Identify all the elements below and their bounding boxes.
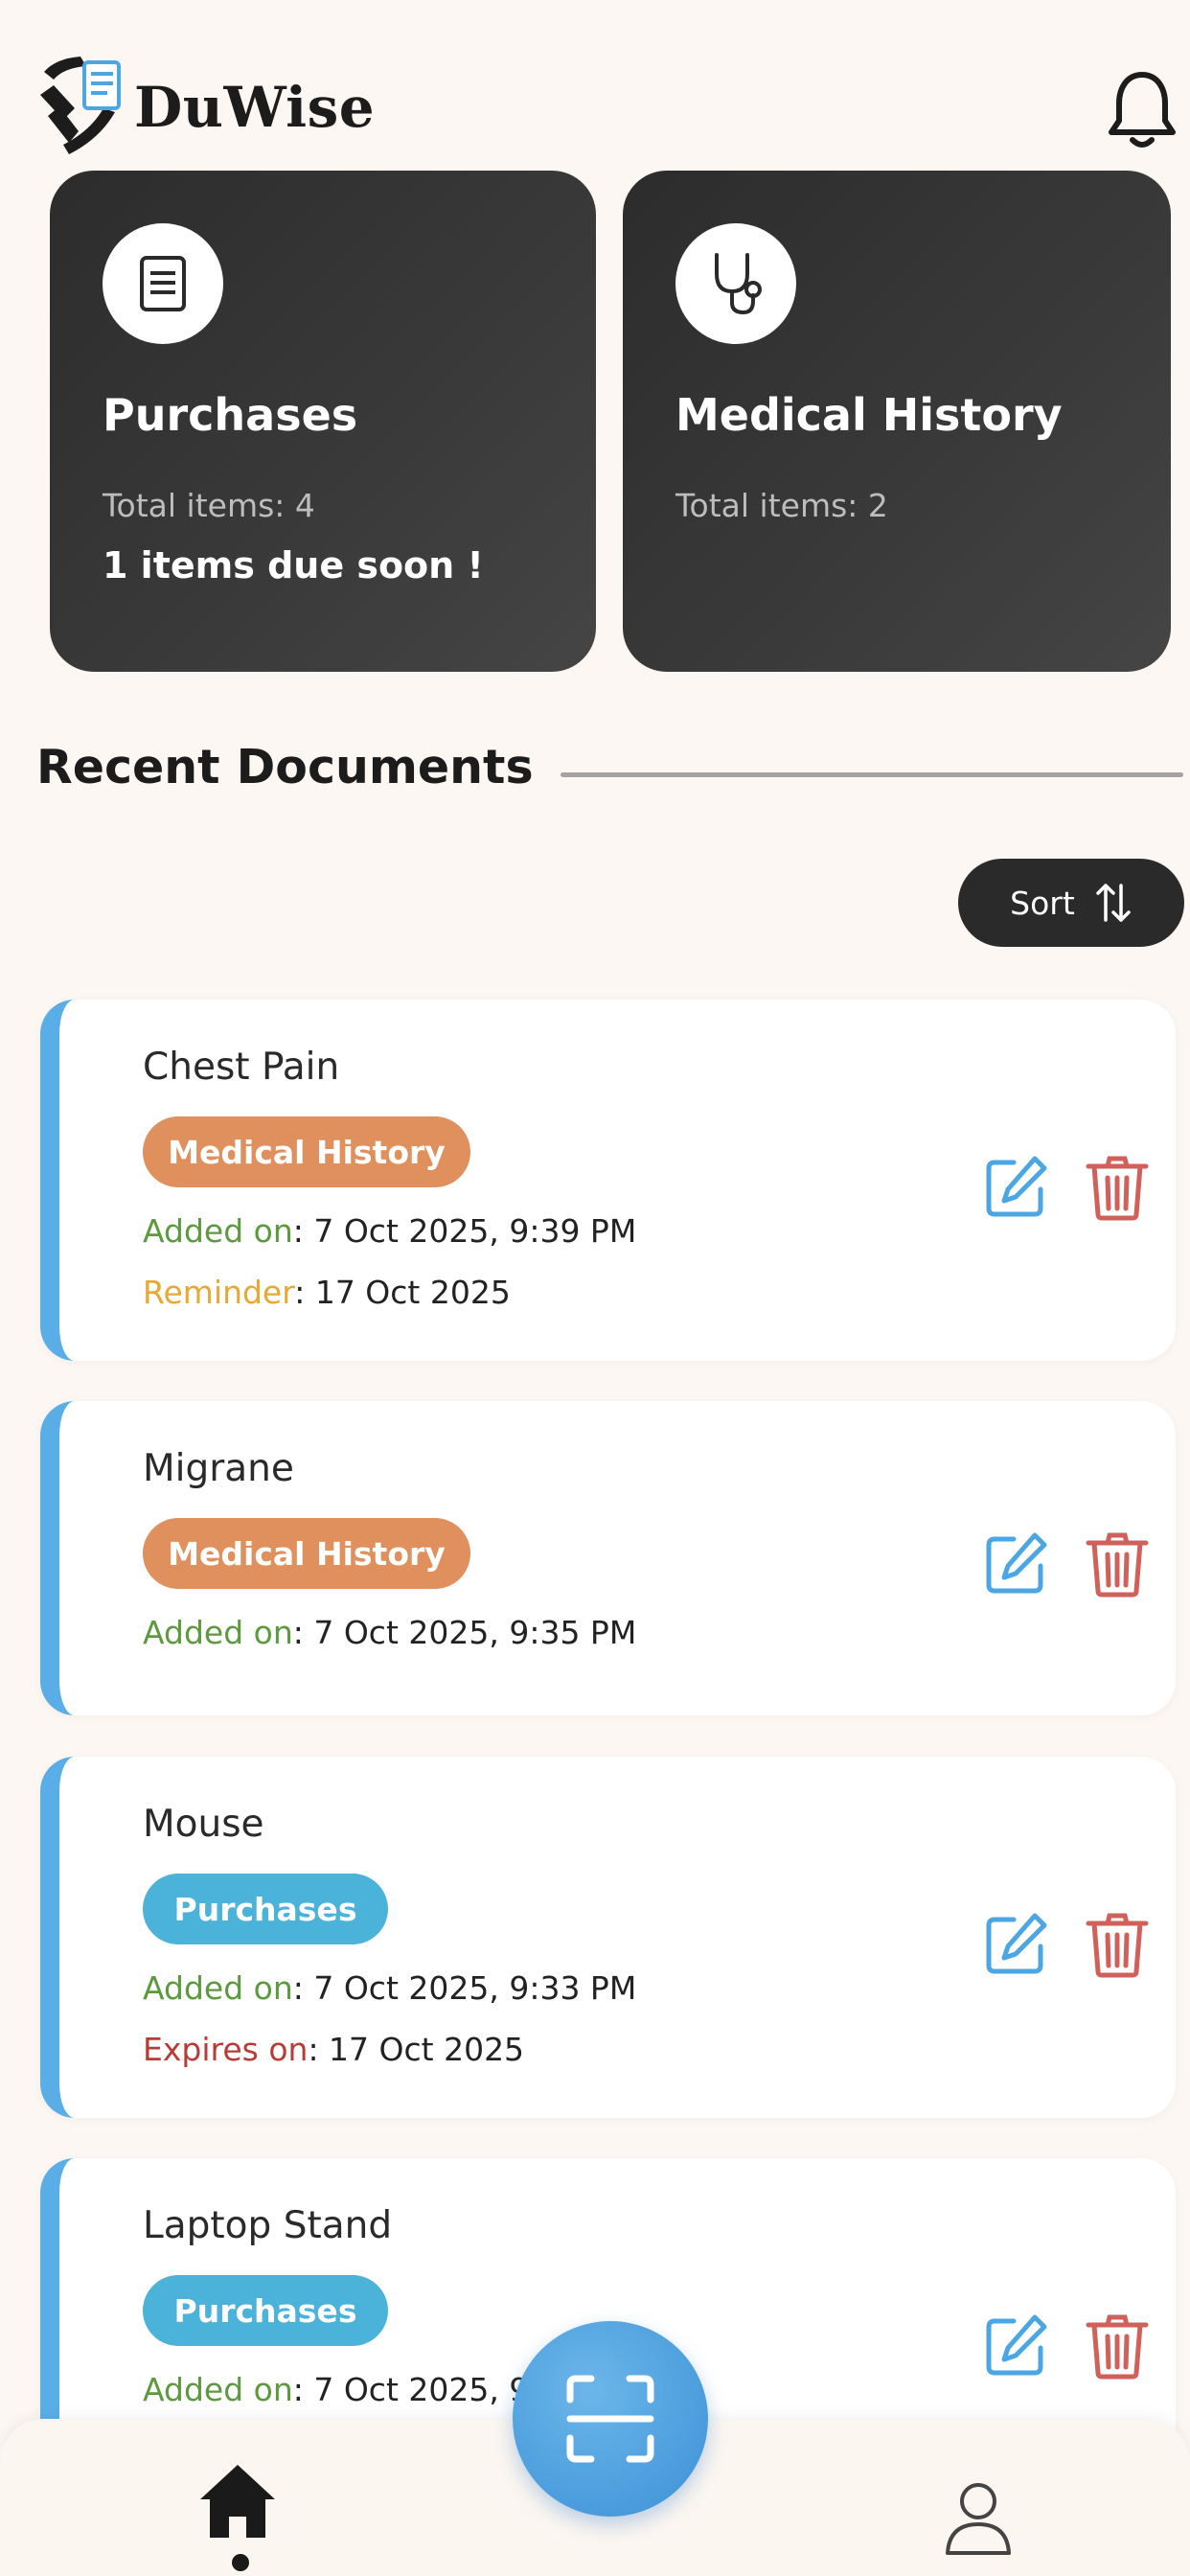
expires-on-value: : 17 Oct 2025 <box>308 2031 525 2068</box>
purchases-title: Purchases <box>103 389 358 441</box>
document-card[interactable]: Mouse Purchases Added on: 7 Oct 2025, 9:… <box>40 1757 1176 2118</box>
purchases-total: Total items: 4 <box>103 487 315 524</box>
document-title: Migrane <box>143 1447 294 1490</box>
added-on-line: Added on: 7 Oct 2025, 9:3 <box>143 2371 560 2408</box>
document-icon-circle <box>103 223 223 344</box>
added-on-label: Added on <box>143 1969 293 2007</box>
app-name: DuWise <box>134 75 376 140</box>
expires-on-label: Expires on <box>143 2031 309 2068</box>
category-badge: Purchases <box>143 1874 388 1944</box>
added-on-line: Added on: 7 Oct 2025, 9:35 PM <box>143 1614 636 1651</box>
added-on-line: Added on: 7 Oct 2025, 9:39 PM <box>143 1212 636 1250</box>
app-screen: DuWise Purchases Total items: 4 1 items … <box>0 0 1190 2576</box>
delete-icon[interactable] <box>1083 2312 1152 2380</box>
bell-icon[interactable] <box>1104 67 1180 151</box>
reminder-label: Reminder <box>143 1274 295 1311</box>
sort-label: Sort <box>1010 884 1075 922</box>
added-on-value: : 7 Oct 2025, 9:35 PM <box>292 1614 637 1651</box>
added-on-label: Added on <box>143 1212 293 1250</box>
active-tab-indicator <box>232 2554 249 2571</box>
added-on-value: : 7 Oct 2025, 9:33 PM <box>292 1969 637 2007</box>
document-title: Mouse <box>143 1803 264 1846</box>
document-icon <box>140 256 186 311</box>
medical-history-card[interactable]: Medical History Total items: 2 <box>623 171 1171 672</box>
recent-documents-title: Recent Documents <box>36 740 534 794</box>
category-badge: Purchases <box>143 2275 388 2346</box>
added-on-value: : 7 Oct 2025, 9:39 PM <box>292 1212 637 1250</box>
home-icon[interactable] <box>196 2461 279 2542</box>
expires-line: Expires on: 17 Oct 2025 <box>143 2031 524 2068</box>
section-divider <box>561 772 1183 777</box>
purchases-due: 1 items due soon ! <box>103 544 484 586</box>
added-on-label: Added on <box>143 1614 293 1651</box>
edit-icon[interactable] <box>981 1910 1050 1979</box>
header: DuWise <box>0 0 1190 168</box>
logo-icon <box>40 57 121 154</box>
document-card[interactable]: Chest Pain Medical History Added on: 7 O… <box>40 1000 1176 1361</box>
sort-arrows-icon <box>1096 884 1131 922</box>
added-on-label: Added on <box>143 2371 293 2408</box>
scan-button[interactable] <box>513 2321 708 2517</box>
delete-icon[interactable] <box>1083 1530 1152 1598</box>
stethoscope-icon-circle <box>675 223 796 344</box>
category-badge: Medical History <box>143 1116 470 1187</box>
reminder-line: Reminder: 17 Oct 2025 <box>143 1274 511 1311</box>
edit-icon[interactable] <box>981 2312 1050 2380</box>
document-card[interactable]: Migrane Medical History Added on: 7 Oct … <box>40 1401 1176 1715</box>
sort-button[interactable]: Sort <box>958 859 1184 947</box>
reminder-value: : 17 Oct 2025 <box>294 1274 511 1311</box>
edit-icon[interactable] <box>981 1530 1050 1598</box>
edit-icon[interactable] <box>981 1153 1050 1222</box>
purchases-card[interactable]: Purchases Total items: 4 1 items due soo… <box>50 171 596 672</box>
document-title: Chest Pain <box>143 1046 340 1089</box>
scan-icon <box>566 2375 654 2463</box>
medical-history-total: Total items: 2 <box>675 487 888 524</box>
delete-icon[interactable] <box>1083 1910 1152 1979</box>
document-title: Laptop Stand <box>143 2204 393 2247</box>
stethoscope-icon <box>715 253 762 315</box>
delete-icon[interactable] <box>1083 1153 1152 1222</box>
category-badge: Medical History <box>143 1518 470 1589</box>
added-on-line: Added on: 7 Oct 2025, 9:33 PM <box>143 1969 636 2007</box>
medical-history-title: Medical History <box>675 389 1063 441</box>
profile-icon[interactable] <box>944 2480 1013 2555</box>
